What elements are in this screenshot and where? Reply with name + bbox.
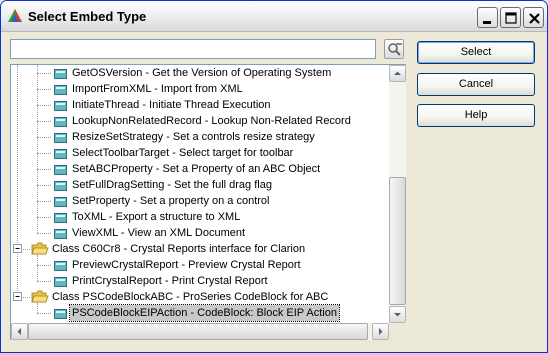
close-button[interactable] [523, 7, 544, 28]
tree-procedure-node[interactable]: ResizeSetStrategy - Set a controls resiz… [11, 129, 389, 145]
tree-node-label: SelectToolbarTarget - Select target for … [72, 147, 294, 159]
search-icon [388, 43, 402, 56]
help-button[interactable]: Help [417, 104, 535, 127]
tree-node-label: ViewXML - View an XML Document [72, 227, 246, 239]
embed-type-tree[interactable]: GetOSVersion - Get the Version of Operat… [10, 64, 406, 340]
scroll-right-button[interactable] [372, 323, 389, 340]
close-icon [529, 13, 540, 24]
vertical-scrollbar[interactable] [389, 65, 406, 323]
arrow-left-icon [17, 328, 21, 335]
tree-node-label: SetFullDragSetting - Set the full drag f… [72, 179, 272, 191]
procedure-icon [54, 308, 67, 323]
scroll-down-button[interactable] [389, 306, 406, 323]
title-bar[interactable]: Select Embed Type [1, 1, 547, 32]
search-button[interactable] [384, 39, 404, 59]
help-button-label: Help [464, 109, 488, 121]
tree-procedure-node[interactable]: PrintCrystalReport - Print Crystal Repor… [11, 273, 389, 289]
tree-procedure-node[interactable]: SetFullDragSetting - Set the full drag f… [11, 177, 389, 193]
tree-folder-node[interactable]: Class C60Cr8 - Crystal Reports interface… [11, 241, 389, 257]
maximize-icon [505, 12, 517, 24]
tree-node-label: Class PSCodeBlockABC - ProSeries CodeBlo… [52, 291, 329, 303]
arrow-up-icon [394, 71, 401, 75]
vertical-scroll-thumb[interactable] [389, 177, 406, 305]
tree-connector-line [37, 303, 38, 313]
tree-folder-node[interactable]: Class PSCodeBlockABC - ProSeries CodeBlo… [11, 289, 389, 305]
select-button-label: Select [460, 46, 492, 58]
window-title: Select Embed Type [28, 9, 147, 24]
minimize-icon [483, 21, 491, 24]
tree-procedure-node[interactable]: GetOSVersion - Get the Version of Operat… [11, 65, 389, 81]
scroll-left-button[interactable] [11, 323, 28, 340]
tree-node-label: ImportFromXML - Import from XML [72, 83, 243, 95]
select-button[interactable]: Select [417, 41, 535, 64]
tree-procedure-node[interactable]: SetABCProperty - Set a Property of an AB… [11, 161, 389, 177]
scrollbar-corner [389, 323, 406, 340]
tree-node-label: SetProperty - Set a property on a contro… [72, 195, 270, 207]
arrow-down-icon [394, 313, 401, 317]
tree-connector-line [37, 65, 38, 233]
tree-procedure-node[interactable]: SelectToolbarTarget - Select target for … [11, 145, 389, 161]
tree-node-label: LookupNonRelatedRecord - Lookup Non-Rela… [72, 115, 351, 127]
tree-node-label: ResizeSetStrategy - Set a controls resiz… [72, 131, 315, 143]
select-embed-type-dialog: Select Embed Type GetOSVersion - Get the… [0, 0, 548, 353]
arrow-right-icon [379, 328, 383, 335]
tree-node-label: Class C60Cr8 - Crystal Reports interface… [52, 243, 306, 255]
tree-procedure-node[interactable]: LookupNonRelatedRecord - Lookup Non-Rela… [11, 113, 389, 129]
tree-procedure-node[interactable]: ViewXML - View an XML Document [11, 225, 389, 241]
triangle-logo-icon [7, 8, 23, 24]
minimize-button[interactable] [477, 7, 498, 28]
tree-node-label: ToXML - Export a structure to XML [72, 211, 241, 223]
tree-procedure-node[interactable]: PreviewCrystalReport - Preview Crystal R… [11, 257, 389, 273]
tree-node-label: PreviewCrystalReport - Preview Crystal R… [72, 259, 301, 271]
horizontal-scrollbar[interactable] [11, 323, 389, 340]
tree-node-label: PSCodeBlockEIPAction - CodeBlock: Block … [69, 304, 340, 322]
tree-procedure-node[interactable]: SetProperty - Set a property on a contro… [11, 193, 389, 209]
tree-view[interactable]: GetOSVersion - Get the Version of Operat… [11, 65, 389, 323]
tree-node-label: InitiateThread - Initiate Thread Executi… [72, 99, 271, 111]
maximize-button[interactable] [500, 7, 521, 28]
tree-connector-line [37, 255, 38, 281]
tree-procedure-node[interactable]: InitiateThread - Initiate Thread Executi… [11, 97, 389, 113]
search-input[interactable] [10, 39, 376, 59]
tree-procedure-node[interactable]: PSCodeBlockEIPAction - CodeBlock: Block … [11, 304, 389, 323]
tree-node-label: PrintCrystalReport - Print Crystal Repor… [72, 275, 268, 287]
cancel-button-label: Cancel [458, 78, 494, 90]
horizontal-scroll-thumb[interactable] [28, 323, 368, 340]
tree-procedure-node[interactable]: ImportFromXML - Import from XML [11, 81, 389, 97]
tree-procedure-node[interactable]: ToXML - Export a structure to XML [11, 209, 389, 225]
cancel-button[interactable]: Cancel [417, 73, 535, 96]
tree-node-label: GetOSVersion - Get the Version of Operat… [72, 67, 332, 79]
tree-node-label: SetABCProperty - Set a Property of an AB… [72, 163, 321, 175]
scroll-up-button[interactable] [389, 65, 406, 82]
